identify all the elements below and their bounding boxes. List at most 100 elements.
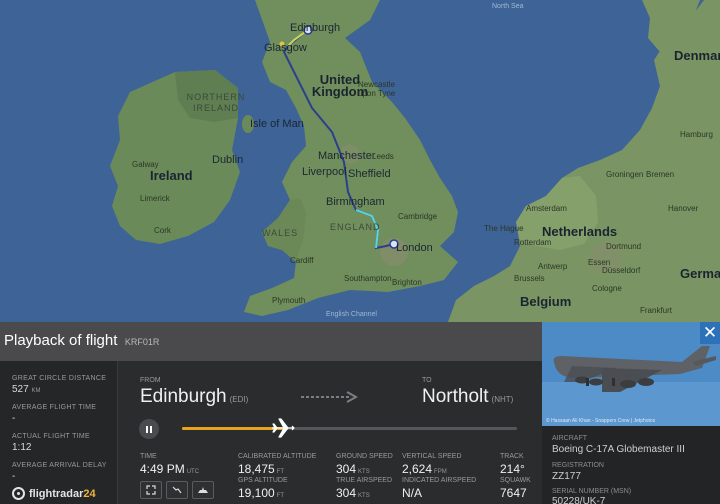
sea-label-channel: English Channel xyxy=(326,311,377,318)
origin-city-name: Edinburgh xyxy=(140,386,227,407)
stat-label-actual-time: ACTUAL FLIGHT TIME xyxy=(12,433,91,440)
flightradar24-logo[interactable]: flightradar24 xyxy=(12,487,96,500)
flight-playback-screen: North Sea English Channel United Kingdom… xyxy=(0,0,720,504)
vertical-speed-unit: FPM xyxy=(434,469,447,475)
stat-value-arrival-delay: - xyxy=(12,471,16,482)
vertical-speed-value: 2,624 xyxy=(402,462,433,476)
aircraft-type-label: AIRCRAFT xyxy=(552,435,587,442)
city-label-amsterdam: Amsterdam xyxy=(526,204,567,213)
time-unit: UTC xyxy=(186,469,200,475)
country-label-belgium: Belgium xyxy=(520,294,572,309)
playback-main: FROM Edinburgh (EDI) TO Northolt (NHT) TIM… xyxy=(118,361,542,504)
calibrated-altitude-unit: FT xyxy=(276,469,285,475)
time-label: TIME xyxy=(140,453,157,460)
time-value-row: 4:49 PM UTC xyxy=(140,462,199,476)
panel-header: Playback of flight KRF01R xyxy=(0,322,542,361)
city-label-rotterdam: Rotterdam xyxy=(514,238,552,247)
city-label-southampton: Southampton xyxy=(344,274,392,283)
squawk-metric: SQUAWK 7647 xyxy=(500,477,531,500)
destination-code: (NHT) xyxy=(491,395,514,404)
time-metric: TIME 4:49 PM UTC xyxy=(140,453,199,476)
city-label-brighton: Brighton xyxy=(392,278,422,287)
true-airspeed-metric: TRUE AIRSPEED 304 KTS xyxy=(336,477,392,500)
stat-label-distance: GREAT CIRCLE DISTANCE xyxy=(12,375,107,382)
vertical-speed-row: 2,624 FPM xyxy=(402,462,462,476)
city-label-liverpool: Liverpool xyxy=(302,166,347,178)
registration-label: REGISTRATION xyxy=(552,462,604,469)
ground-speed-row: 304 KTS xyxy=(336,462,393,476)
gps-altitude-label: GPS ALTITUDE xyxy=(238,477,288,484)
city-label-bremen: Bremen xyxy=(646,170,675,179)
stat-value-avg-time: - xyxy=(12,413,16,424)
to-label: TO xyxy=(422,377,432,384)
aircraft-photo-image xyxy=(542,322,720,426)
cockpit-view-button[interactable] xyxy=(192,481,214,499)
indicated-airspeed-label: INDICATED AIRSPEED xyxy=(402,477,477,484)
country-label-netherlands: Netherlands xyxy=(542,224,618,239)
city-label-antwerp: Antwerp xyxy=(538,262,568,271)
track-value: 214° xyxy=(500,462,525,476)
squawk-label: SQUAWK xyxy=(500,477,531,484)
registration-value: ZZ177 xyxy=(552,471,581,482)
city-label-birmingham: Birmingham xyxy=(326,196,385,208)
city-label-glasgow: Glasgow xyxy=(264,42,307,54)
stat-label-arrival-delay: AVERAGE ARRIVAL DELAY xyxy=(12,462,107,469)
origin-code: (EDI) xyxy=(229,395,249,404)
sea-label-north: North Sea xyxy=(492,3,524,10)
ground-speed-label: GROUND SPEED xyxy=(336,453,393,460)
calibrated-altitude-value: 18,475 xyxy=(238,462,275,476)
ground-speed-metric: GROUND SPEED 304 KTS xyxy=(336,453,393,476)
distance-unit: KM xyxy=(31,388,41,394)
squawk-value: 7647 xyxy=(500,486,527,500)
close-button[interactable]: ✕ xyxy=(700,322,720,344)
radar-icon xyxy=(12,487,25,500)
city-label-limerick: Limerick xyxy=(140,194,170,203)
ground-speed-unit: KTS xyxy=(358,469,370,475)
city-label-hanover: Hanover xyxy=(668,204,699,213)
plane-view-icon xyxy=(198,487,208,493)
city-label-cambridge: Cambridge xyxy=(398,212,438,221)
destination-city-name: Northolt xyxy=(422,386,489,407)
city-label-isle-of-man: Isle of Man xyxy=(250,118,304,130)
logo-text: flightradar24 xyxy=(29,488,96,500)
region-label-northern-ireland: NORTHERN IRELAND xyxy=(186,92,246,113)
city-label-galway: Galway xyxy=(132,160,159,169)
gps-altitude-metric: GPS ALTITUDE 19,100 FT xyxy=(238,477,288,500)
city-label-cologne: Cologne xyxy=(592,284,622,293)
vertical-speed-metric: VERTICAL SPEED 2,624 FPM xyxy=(402,453,462,476)
city-label-the-hague: The Hague xyxy=(484,224,524,233)
city-label-brussels: Brussels xyxy=(514,274,545,283)
region-label-england: ENGLAND xyxy=(330,222,381,232)
flight-map[interactable]: North Sea English Channel United Kingdom… xyxy=(0,0,720,322)
route-view-button[interactable] xyxy=(166,481,188,499)
calibrated-altitude-metric: CALIBRATED ALTITUDE 18,475 FT xyxy=(238,453,316,476)
region-label-wales: WALES xyxy=(262,228,299,238)
country-label-ireland: Ireland xyxy=(150,168,193,183)
country-label-denmark: Denmark xyxy=(674,48,720,63)
track-metric: TRACK 214° xyxy=(500,453,525,476)
city-label-frankfurt: Frankfurt xyxy=(640,306,673,315)
photo-credit: © Hassaan Ali Khan - Snappers Crew | Jet… xyxy=(546,418,656,424)
serial-number-label: SERIAL NUMBER (MSN) xyxy=(552,488,632,495)
fullscreen-button[interactable] xyxy=(140,481,162,499)
ground-speed-value: 304 xyxy=(336,462,357,476)
flight-stats-column: GREAT CIRCLE DISTANCE 527 KM AVERAGE FLI… xyxy=(0,361,118,504)
airplane-icon[interactable] xyxy=(270,416,296,440)
city-label-plymouth: Plymouth xyxy=(272,296,306,305)
pause-button[interactable] xyxy=(139,419,159,439)
route-arrow-icon xyxy=(301,391,359,403)
city-label-edinburgh: Edinburgh xyxy=(290,22,341,34)
aircraft-info-panel: © Hassaan Ali Khan - Snappers Crew | Jet… xyxy=(542,322,720,504)
destination-city: Northolt (NHT) xyxy=(422,386,513,408)
aircraft-photo[interactable]: © Hassaan Ali Khan - Snappers Crew | Jet… xyxy=(542,322,720,426)
gps-altitude-row: 19,100 FT xyxy=(238,486,288,500)
distance-value: 527 xyxy=(12,384,29,395)
gps-altitude-unit: FT xyxy=(276,493,285,499)
city-label-hamburg: Hamburg xyxy=(680,130,713,139)
track-label: TRACK xyxy=(500,453,524,460)
city-label-dublin: Dublin xyxy=(212,154,244,166)
expand-icon xyxy=(146,485,156,495)
gps-altitude-value: 19,100 xyxy=(238,486,275,500)
playback-progress-fill xyxy=(182,427,283,430)
indicated-airspeed-value: N/A xyxy=(402,486,423,500)
